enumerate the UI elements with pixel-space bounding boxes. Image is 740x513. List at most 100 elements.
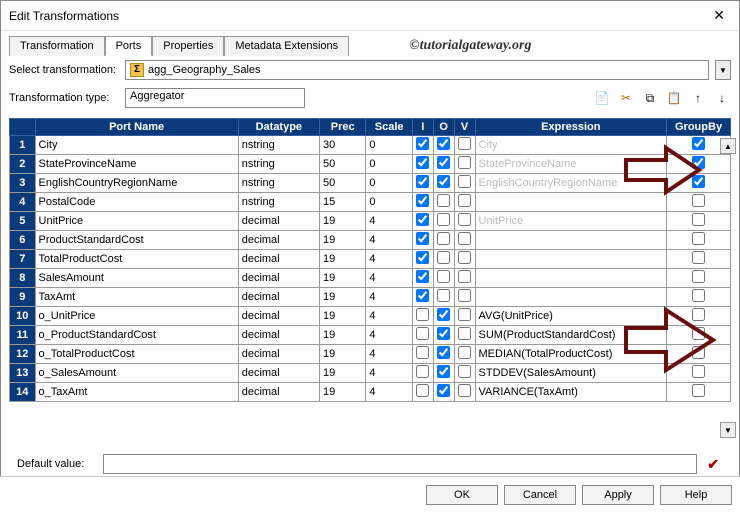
table-row[interactable]: 5UnitPricedecimal194UnitPrice [10, 212, 731, 231]
cell-expression[interactable]: UnitPrice [475, 212, 667, 231]
default-value-input[interactable] [103, 454, 697, 474]
cell-expression[interactable]: AVG(UnitPrice) [475, 307, 667, 326]
cell-groupby[interactable] [667, 250, 731, 269]
cell-port-name[interactable]: o_TaxAmt [35, 383, 238, 402]
col-expression[interactable]: Expression [475, 119, 667, 136]
col-port-name[interactable]: Port Name [35, 119, 238, 136]
paste-icon[interactable]: 📋 [665, 89, 683, 107]
cell-expression[interactable]: EnglishCountryRegionName [475, 174, 667, 193]
cell-datatype[interactable]: decimal [238, 326, 319, 345]
validate-icon[interactable]: ✔ [703, 456, 723, 473]
cell-scale[interactable]: 4 [366, 231, 412, 250]
cell-scale[interactable]: 4 [366, 250, 412, 269]
cell-input-flag[interactable] [412, 136, 433, 155]
cell-datatype[interactable]: nstring [238, 155, 319, 174]
cell-input-flag[interactable] [412, 250, 433, 269]
cell-prec[interactable]: 19 [319, 231, 365, 250]
tab-properties[interactable]: Properties [152, 36, 224, 56]
table-row[interactable]: 8SalesAmountdecimal194 [10, 269, 731, 288]
tab-metadata-extensions[interactable]: Metadata Extensions [224, 36, 349, 56]
cell-output-flag[interactable] [433, 250, 454, 269]
cell-groupby[interactable] [667, 193, 731, 212]
cell-datatype[interactable]: decimal [238, 212, 319, 231]
cell-groupby[interactable] [667, 364, 731, 383]
cell-variable-flag[interactable] [454, 155, 475, 174]
cell-output-flag[interactable] [433, 288, 454, 307]
cell-prec[interactable]: 19 [319, 288, 365, 307]
cell-port-name[interactable]: ProductStandardCost [35, 231, 238, 250]
cell-scale[interactable]: 4 [366, 212, 412, 231]
close-icon[interactable]: ✕ [707, 7, 731, 24]
cell-datatype[interactable]: decimal [238, 231, 319, 250]
cell-expression[interactable]: STDDEV(SalesAmount) [475, 364, 667, 383]
cell-output-flag[interactable] [433, 326, 454, 345]
col-i[interactable]: I [412, 119, 433, 136]
ok-button[interactable]: OK [426, 485, 498, 505]
cell-output-flag[interactable] [433, 269, 454, 288]
table-row[interactable]: 2StateProvinceNamenstring500StateProvinc… [10, 155, 731, 174]
table-row[interactable]: 4PostalCodenstring150 [10, 193, 731, 212]
cell-port-name[interactable]: SalesAmount [35, 269, 238, 288]
col-o[interactable]: O [433, 119, 454, 136]
grid-scroll-up[interactable]: ▲ [720, 138, 736, 154]
cell-input-flag[interactable] [412, 345, 433, 364]
cell-variable-flag[interactable] [454, 307, 475, 326]
cell-expression[interactable]: SUM(ProductStandardCost) [475, 326, 667, 345]
cell-port-name[interactable]: o_TotalProductCost [35, 345, 238, 364]
cell-variable-flag[interactable] [454, 231, 475, 250]
cell-groupby[interactable] [667, 269, 731, 288]
cell-variable-flag[interactable] [454, 212, 475, 231]
cell-input-flag[interactable] [412, 155, 433, 174]
add-port-icon[interactable]: 📄 [593, 89, 611, 107]
cell-port-name[interactable]: StateProvinceName [35, 155, 238, 174]
apply-button[interactable]: Apply [582, 485, 654, 505]
cell-scale[interactable]: 0 [366, 155, 412, 174]
cell-prec[interactable]: 15 [319, 193, 365, 212]
cell-variable-flag[interactable] [454, 136, 475, 155]
cell-datatype[interactable]: nstring [238, 136, 319, 155]
cell-port-name[interactable]: EnglishCountryRegionName [35, 174, 238, 193]
cell-variable-flag[interactable] [454, 288, 475, 307]
cell-input-flag[interactable] [412, 269, 433, 288]
cell-output-flag[interactable] [433, 307, 454, 326]
tab-ports[interactable]: Ports [105, 36, 153, 56]
cell-datatype[interactable]: decimal [238, 345, 319, 364]
cell-prec[interactable]: 19 [319, 250, 365, 269]
cell-scale[interactable]: 0 [366, 193, 412, 212]
cell-groupby[interactable] [667, 307, 731, 326]
cell-input-flag[interactable] [412, 231, 433, 250]
cell-input-flag[interactable] [412, 364, 433, 383]
cell-port-name[interactable]: UnitPrice [35, 212, 238, 231]
cell-scale[interactable]: 4 [366, 383, 412, 402]
cell-prec[interactable]: 19 [319, 326, 365, 345]
cell-groupby[interactable] [667, 326, 731, 345]
grid-scroll-down[interactable]: ▼ [720, 422, 736, 438]
col-groupby[interactable]: GroupBy [667, 119, 731, 136]
cell-output-flag[interactable] [433, 383, 454, 402]
cell-groupby[interactable] [667, 288, 731, 307]
cell-input-flag[interactable] [412, 307, 433, 326]
cell-datatype[interactable]: nstring [238, 193, 319, 212]
ports-grid[interactable]: Port Name Datatype Prec Scale I O V Expr… [9, 118, 731, 402]
cell-variable-flag[interactable] [454, 250, 475, 269]
cell-scale[interactable]: 4 [366, 307, 412, 326]
cell-port-name[interactable]: TaxAmt [35, 288, 238, 307]
cell-expression[interactable]: StateProvinceName [475, 155, 667, 174]
cell-variable-flag[interactable] [454, 345, 475, 364]
cell-output-flag[interactable] [433, 193, 454, 212]
cell-prec[interactable]: 19 [319, 212, 365, 231]
cell-scale[interactable]: 4 [366, 326, 412, 345]
cell-variable-flag[interactable] [454, 269, 475, 288]
col-prec[interactable]: Prec [319, 119, 365, 136]
cell-output-flag[interactable] [433, 212, 454, 231]
cell-port-name[interactable]: City [35, 136, 238, 155]
cell-variable-flag[interactable] [454, 364, 475, 383]
cell-groupby[interactable] [667, 383, 731, 402]
cell-datatype[interactable]: decimal [238, 307, 319, 326]
cell-expression[interactable]: VARIANCE(TaxAmt) [475, 383, 667, 402]
cell-groupby[interactable] [667, 345, 731, 364]
table-row[interactable]: 1Citynstring300City [10, 136, 731, 155]
cell-expression[interactable]: City [475, 136, 667, 155]
copy-icon[interactable]: ⧉ [641, 89, 659, 107]
cell-input-flag[interactable] [412, 174, 433, 193]
